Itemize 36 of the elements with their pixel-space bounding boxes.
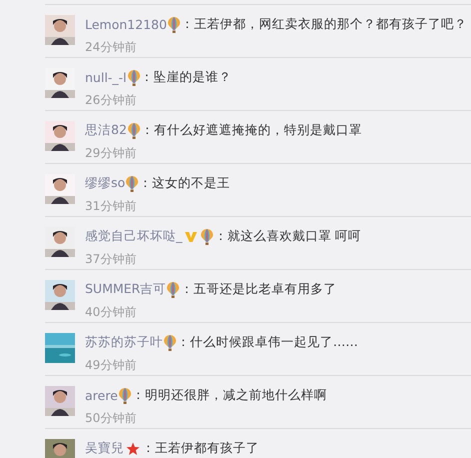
comment-text: ：王若伊都，网红卖衣服的那个？都有孩子了吧？ — [180, 16, 467, 33]
comment-time: 26分钟前 — [85, 92, 136, 109]
user-name[interactable]: null-_-l — [85, 70, 127, 85]
user-name[interactable]: 思洁82 — [85, 122, 127, 139]
user-name[interactable]: SUMMER吉可 — [85, 281, 166, 298]
user-name[interactable]: 苏苏的苏子叶 — [85, 334, 163, 351]
comment-time: 50分钟前 — [85, 410, 136, 427]
balloon-icon — [167, 282, 180, 298]
user-name[interactable]: Lemon12180 — [85, 17, 167, 32]
user-name[interactable]: 缪缪so — [85, 175, 126, 192]
comment-time: 31分钟前 — [85, 198, 136, 215]
comment-time: 49分钟前 — [85, 357, 136, 374]
comment-text: ：五哥还是比老卓有用多了 — [180, 281, 336, 298]
user-name[interactable]: 吴寶兒 — [85, 440, 124, 457]
comment-text: ：王若伊都有孩子了 — [142, 440, 259, 457]
user-name[interactable]: 感觉自己坏坏哒_ — [85, 228, 182, 245]
balloon-icon — [128, 70, 140, 86]
comment-text: ：什么时候跟卓伟一起见了…… — [177, 334, 358, 351]
balloon-icon — [201, 228, 214, 244]
balloon-icon — [126, 176, 138, 192]
comment-text: ：坠崖的是谁？ — [140, 69, 232, 86]
star-icon — [126, 442, 140, 456]
comment-text: ：明明还很胖，减之前地什么样啊 — [132, 387, 327, 404]
comment-text: ：这女的不是王 — [139, 175, 230, 192]
balloon-icon — [164, 334, 176, 350]
comment-time: 37分钟前 — [85, 251, 136, 268]
comment-text: ：就这么喜欢戴口罩 呵呵 — [214, 228, 362, 245]
comment-time: 24分钟前 — [85, 39, 136, 56]
comment-text: ：有什么好遮遮掩掩的，特别是戴口罩 — [140, 122, 362, 139]
balloon-icon — [128, 122, 140, 138]
user-name[interactable]: arere — [85, 388, 118, 403]
balloon-icon — [118, 388, 131, 404]
balloon-icon — [168, 16, 180, 32]
v-icon — [184, 230, 198, 244]
comment-time: 29分钟前 — [85, 145, 136, 162]
comment-time: 40分钟前 — [85, 304, 136, 321]
